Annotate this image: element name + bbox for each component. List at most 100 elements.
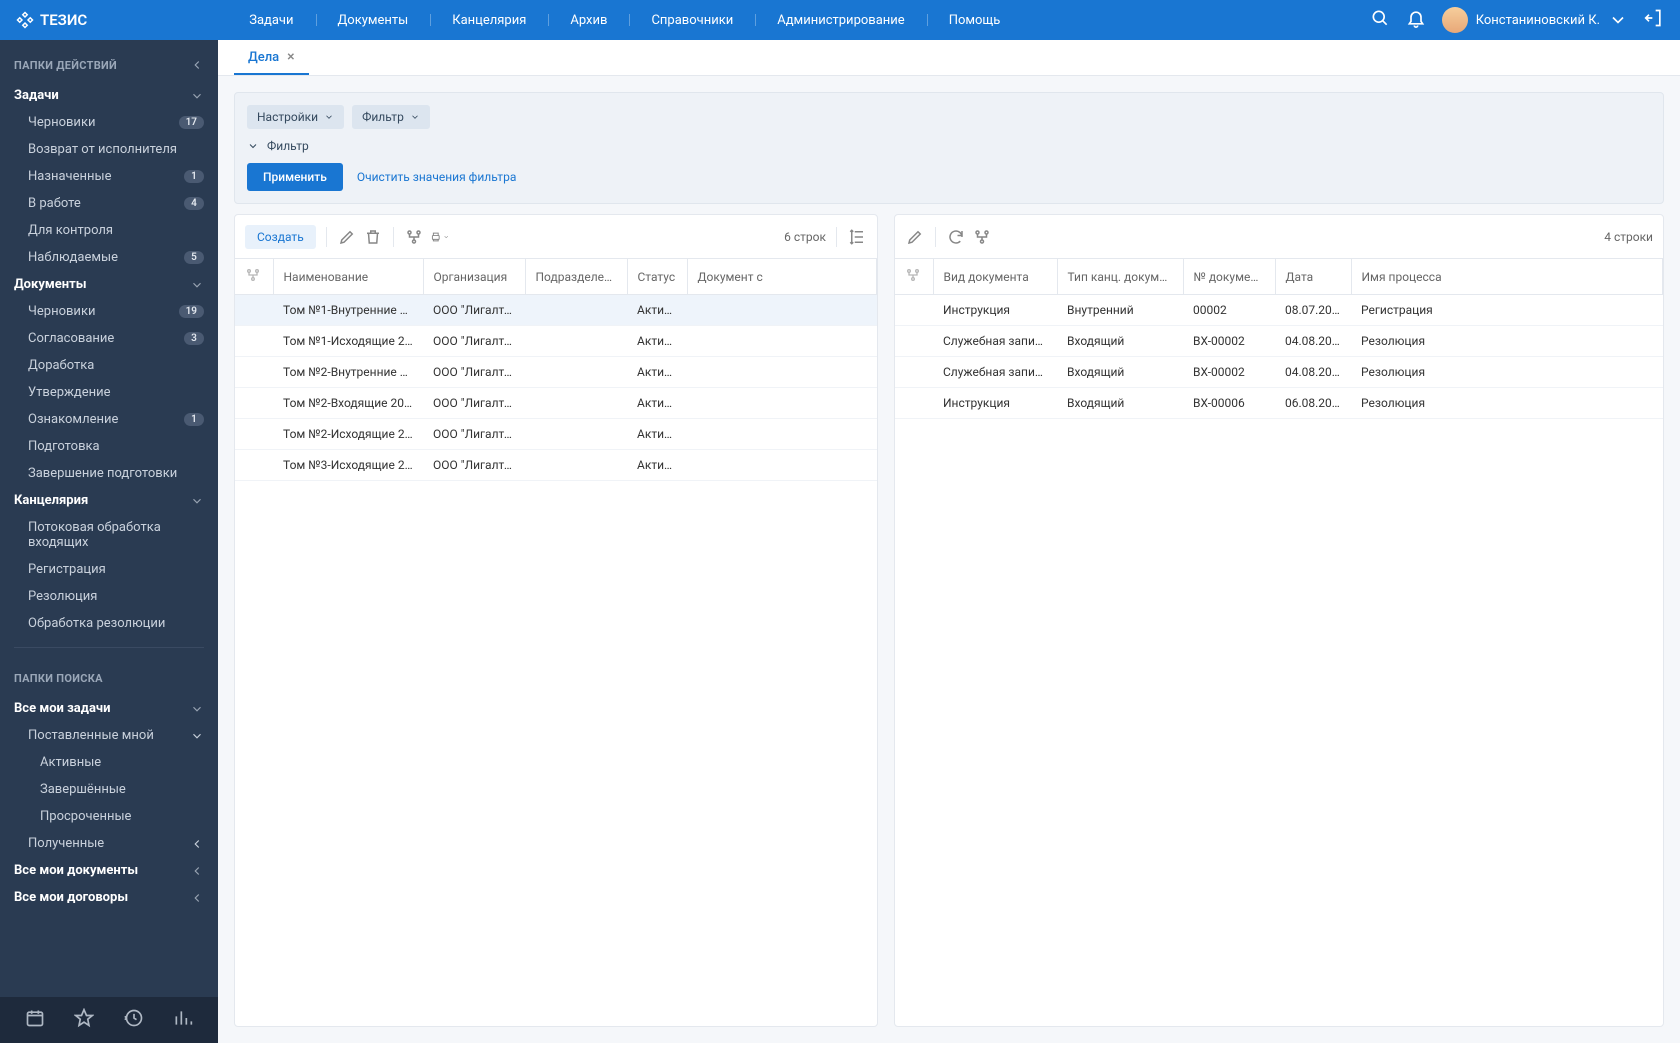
col-type[interactable]: Тип канц. документа [1057, 259, 1183, 295]
sidebar-item-process-resolution[interactable]: Обработка резолюции [0, 610, 218, 637]
sidebar-item-control[interactable]: Для контроля [0, 217, 218, 244]
table-row[interactable]: Служебная запискаВходящийВХ-0000204.08.2… [895, 326, 1663, 357]
badge: 1 [184, 413, 204, 426]
nav-help[interactable]: Помощь [927, 0, 1023, 40]
sidebar-item-overdue[interactable]: Просроченные [0, 803, 218, 830]
sidebar-item-finishprep[interactable]: Завершение подготовки [0, 460, 218, 487]
apply-button[interactable]: Применить [247, 163, 343, 191]
chart-icon[interactable] [173, 1008, 193, 1032]
edit-icon[interactable] [905, 227, 925, 247]
sidebar-item-drafts[interactable]: Черновики17 [0, 109, 218, 136]
calendar-icon[interactable] [25, 1008, 45, 1032]
chevron-down-icon [324, 112, 334, 122]
sidebar-section-allcontracts[interactable]: Все мои договоры [0, 884, 218, 911]
user-menu[interactable]: Констаниновский К. [1442, 7, 1628, 33]
sidebar-item-register[interactable]: Регистрация [0, 556, 218, 583]
sidebar-section-docs[interactable]: Документы [0, 271, 218, 298]
left-table: Наименование Организация Подразделение С… [235, 259, 877, 481]
chevron-down-icon [1608, 10, 1628, 30]
sidebar-item-resolution[interactable]: Резолюция [0, 583, 218, 610]
sidebar-heading-actions: ПАПКИ ДЕЙСТВИЙ [0, 44, 218, 82]
sidebar-section-chancery[interactable]: Канцелярия [0, 487, 218, 514]
sidebar-item-return[interactable]: Возврат от исполнителя [0, 136, 218, 163]
table-row[interactable]: Том №2-Входящие 2021ООО "Лигалте...Актив… [235, 388, 877, 419]
topbar: ТЕЗИС Задачи Документы Канцелярия Архив … [0, 0, 1680, 40]
delete-icon[interactable] [363, 227, 383, 247]
sidebar-item-byme[interactable]: Поставленные мной [0, 722, 218, 749]
col-dept[interactable]: Подразделение [525, 259, 627, 295]
table-row[interactable]: Служебная запискаВходящийВХ-0000204.08.2… [895, 357, 1663, 388]
col-name[interactable]: Наименование [273, 259, 423, 295]
star-icon[interactable] [74, 1008, 94, 1032]
sidebar-item-active[interactable]: Активные [0, 749, 218, 776]
logout-icon[interactable] [1644, 8, 1664, 32]
edit-icon[interactable] [337, 227, 357, 247]
col-org[interactable]: Организация [423, 259, 525, 295]
hierarchy-icon[interactable] [404, 227, 424, 247]
col-doc[interactable]: Документ с [687, 259, 877, 295]
nav-archive[interactable]: Архив [548, 0, 629, 40]
tab-cases[interactable]: Дела × [234, 41, 309, 75]
history-icon[interactable] [124, 1008, 144, 1032]
filter-dropdown[interactable]: Фильтр [352, 105, 430, 129]
sidebar-item-stream[interactable]: Потоковая обработка входящих [0, 514, 218, 556]
table-row[interactable]: Том №1-Исходящие 2021ООО "Лигалте...Акти… [235, 326, 877, 357]
col-num[interactable]: № документа [1183, 259, 1275, 295]
nav-chancery[interactable]: Канцелярия [430, 0, 548, 40]
print-icon[interactable] [430, 227, 450, 247]
sidebar-item-approval[interactable]: Согласование3 [0, 325, 218, 352]
user-name: Констаниновский К. [1476, 13, 1600, 28]
logo-text: ТЕЗИС [40, 11, 87, 29]
clear-filter-button[interactable]: Очистить значения фильтра [357, 170, 517, 184]
sidebar-section-alldocs[interactable]: Все мои документы [0, 857, 218, 884]
sidebar-item-confirm[interactable]: Утверждение [0, 379, 218, 406]
sidebar-item-review[interactable]: Ознакомление1 [0, 406, 218, 433]
nav-tasks[interactable]: Задачи [227, 0, 315, 40]
create-button[interactable]: Создать [245, 225, 316, 249]
table-row[interactable]: Том №3-Исходящие 2021ООО "Лигалте...Акти… [235, 450, 877, 481]
chevron-down-icon [410, 112, 420, 122]
refresh-icon[interactable] [946, 227, 966, 247]
filter-toggle[interactable]: Фильтр [247, 139, 1651, 153]
sidebar-item-prepare[interactable]: Подготовка [0, 433, 218, 460]
col-proc[interactable]: Имя процесса [1351, 259, 1663, 295]
table-row[interactable]: Том №1-Внутренние 20...ООО "Лигалте...Ак… [235, 295, 877, 326]
col-kind[interactable]: Вид документа [933, 259, 1057, 295]
sidebar-item-received[interactable]: Полученные [0, 830, 218, 857]
chevron-left-icon[interactable] [190, 58, 204, 72]
col-date[interactable]: Дата [1275, 259, 1351, 295]
sidebar-item-doc-drafts[interactable]: Черновики19 [0, 298, 218, 325]
sidebar-heading-search: ПАПКИ ПОИСКА [0, 658, 218, 695]
line-spacing-icon[interactable] [847, 227, 867, 247]
sidebar-item-rework[interactable]: Доработка [0, 352, 218, 379]
nav-admin[interactable]: Администрирование [755, 0, 926, 40]
table-row[interactable]: ИнструкцияВнутренний0000208.07.2021Регис… [895, 295, 1663, 326]
badge: 17 [179, 116, 204, 129]
sidebar-item-assigned[interactable]: Назначенные1 [0, 163, 218, 190]
sidebar-item-inwork[interactable]: В работе4 [0, 190, 218, 217]
bell-icon[interactable] [1406, 8, 1426, 32]
nav-documents[interactable]: Документы [316, 0, 431, 40]
table-row[interactable]: Том №2-Исходящие 2021ООО "Лигалте...Акти… [235, 419, 877, 450]
sidebar-section-alltasks[interactable]: Все мои задачи [0, 695, 218, 722]
hierarchy-icon[interactable] [972, 227, 992, 247]
nav-refs[interactable]: Справочники [629, 0, 755, 40]
table-row[interactable]: Том №2-Внутренние 20...ООО "Лигалте...Ак… [235, 357, 877, 388]
close-icon[interactable]: × [287, 49, 294, 65]
sidebar-section-tasks[interactable]: Задачи [0, 82, 218, 109]
col-hierarchy[interactable] [895, 259, 933, 295]
app-logo[interactable]: ТЕЗИС [16, 11, 87, 29]
settings-dropdown[interactable]: Настройки [247, 105, 344, 129]
search-icon[interactable] [1370, 8, 1390, 32]
chevron-left-icon [190, 891, 204, 905]
badge: 19 [179, 305, 204, 318]
col-hierarchy[interactable] [235, 259, 273, 295]
sidebar-item-completed[interactable]: Завершённые [0, 776, 218, 803]
chevron-down-icon [247, 140, 259, 152]
table-row[interactable]: ИнструкцияВходящийВХ-0000606.08.2021Резо… [895, 388, 1663, 419]
chevron-left-icon [190, 837, 204, 851]
col-status[interactable]: Статус [627, 259, 687, 295]
sidebar-item-observed[interactable]: Наблюдаемые5 [0, 244, 218, 271]
chevron-down-icon [190, 494, 204, 508]
badge: 5 [184, 251, 204, 264]
